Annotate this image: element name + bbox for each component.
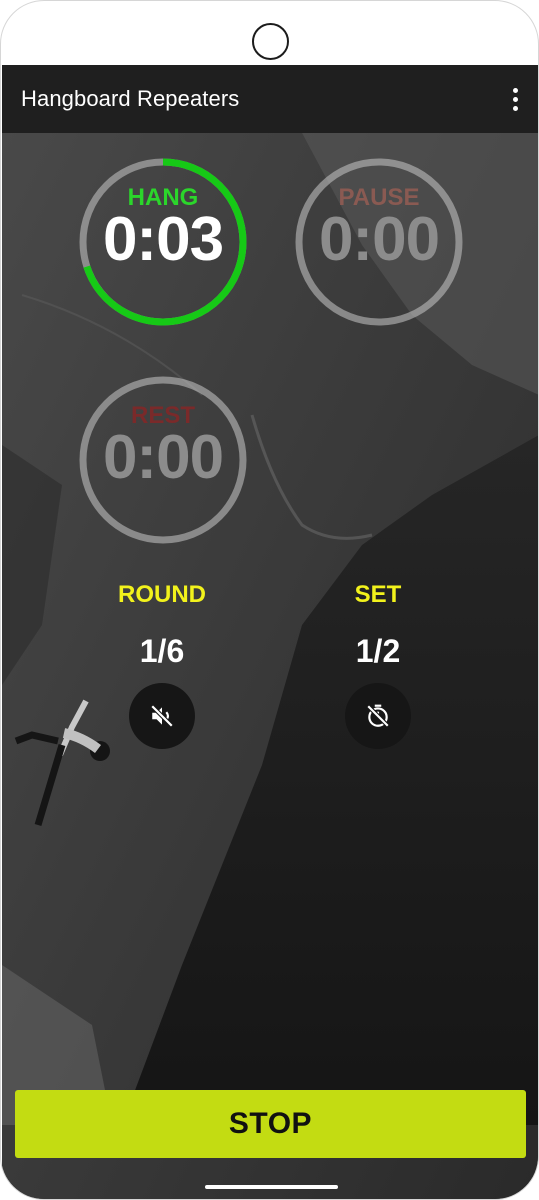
- timer-toggle-button[interactable]: [345, 683, 411, 749]
- pause-time: 0:00: [318, 205, 440, 274]
- stop-button[interactable]: STOP: [15, 1090, 526, 1158]
- rest-time: 0:00: [102, 423, 224, 492]
- timer-off-icon: [366, 704, 390, 728]
- round-label: ROUND: [118, 581, 206, 608]
- volume-off-icon: [150, 704, 174, 728]
- set-label: SET: [354, 581, 402, 608]
- app-title: Hangboard Repeaters: [21, 86, 240, 111]
- set-value: 1/2: [355, 633, 401, 669]
- mute-button[interactable]: [129, 683, 195, 749]
- hang-timer: HANG 0:03: [77, 156, 249, 328]
- pause-timer: PAUSE 0:00: [293, 156, 465, 328]
- rest-timer: REST 0:00: [77, 374, 249, 546]
- front-camera: [252, 23, 289, 60]
- more-vert-icon[interactable]: [507, 85, 523, 113]
- round-value: 1/6: [139, 633, 185, 669]
- device-frame: Hangboard Repeaters HANG 0:03 PAUSE 0:00: [0, 0, 539, 1200]
- app-screen: Hangboard Repeaters HANG 0:03 PAUSE 0:00: [2, 65, 538, 1199]
- home-indicator[interactable]: [205, 1185, 338, 1189]
- app-bar: Hangboard Repeaters: [2, 65, 538, 133]
- hang-time: 0:03: [102, 205, 224, 274]
